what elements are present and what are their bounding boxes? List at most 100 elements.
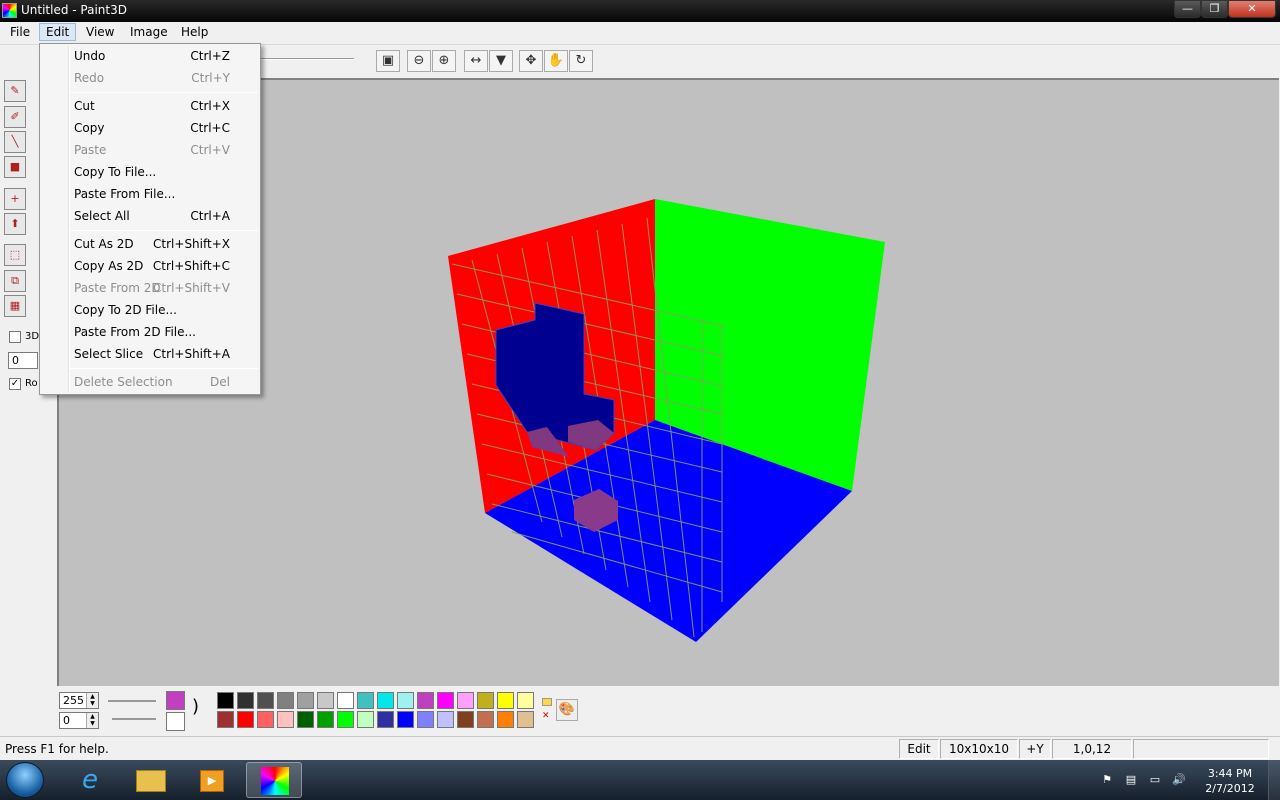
zoom-in-icon[interactable]: ⊕	[432, 50, 456, 72]
add-color-icon[interactable]	[542, 698, 552, 706]
palette-color-swatch[interactable]	[237, 692, 254, 709]
palette-color-swatch[interactable]	[477, 711, 494, 728]
palette-color-swatch[interactable]	[457, 692, 474, 709]
palette-color-swatch[interactable]	[377, 692, 394, 709]
show-desktop-button[interactable]	[1268, 760, 1280, 800]
internet-explorer-icon[interactable]: e	[62, 762, 118, 798]
check-r[interactable]: ✓	[9, 378, 21, 390]
palette-color-swatch[interactable]	[337, 711, 354, 728]
menu-copy-to-file[interactable]: Copy To File...	[42, 161, 258, 183]
camera-icon[interactable]: ▣	[376, 50, 400, 72]
palette-color-swatch[interactable]	[397, 711, 414, 728]
menu-cut-as-2d[interactable]: Cut As 2D Ctrl+Shift+X	[42, 233, 258, 255]
palette-color-swatch[interactable]	[317, 711, 334, 728]
media-player-icon[interactable]: ▶	[184, 762, 240, 798]
menu-undo[interactable]: Undo Ctrl+Z	[42, 45, 258, 67]
secondary-color-swatch[interactable]	[166, 712, 185, 731]
palette-color-swatch[interactable]	[517, 711, 534, 728]
slice-icon[interactable]: ▦	[4, 295, 26, 317]
swap-colors-icon[interactable]: )	[192, 696, 199, 717]
menu-paste-from-2d[interactable]: Paste From 2D Ctrl+Shift+V	[42, 277, 258, 299]
palette-color-swatch[interactable]	[297, 692, 314, 709]
second-spin-input[interactable]: 0 ▲ ▼	[59, 712, 99, 729]
extrude-icon[interactable]: ⬆	[4, 213, 26, 235]
palette-color-swatch[interactable]	[357, 711, 374, 728]
alpha-spin-arrows[interactable]: ▲ ▼	[86, 693, 98, 708]
palette-color-swatch[interactable]	[277, 692, 294, 709]
palette-color-swatch[interactable]	[317, 692, 334, 709]
check-3d[interactable]	[9, 331, 21, 343]
explorer-folder-icon[interactable]	[124, 762, 180, 798]
menu-cut[interactable]: Cut Ctrl+X	[42, 95, 258, 117]
move-camera-icon[interactable]: ↔	[464, 50, 488, 72]
primary-color-swatch[interactable]	[166, 691, 185, 710]
hand-icon[interactable]: ✋	[544, 50, 568, 72]
palette-color-swatch[interactable]	[337, 692, 354, 709]
menu-delete-selection[interactable]: Delete Selection Del	[42, 371, 258, 393]
palette-color-swatch[interactable]	[217, 711, 234, 728]
device-icon[interactable]: ▤	[1124, 773, 1138, 787]
alpha-spin-input[interactable]: 255 ▲ ▼	[59, 692, 99, 709]
palette-color-swatch[interactable]	[397, 692, 414, 709]
volume-icon[interactable]: 🔊	[1172, 773, 1186, 787]
second-slider[interactable]	[112, 718, 156, 720]
maximize-button[interactable]: ❐	[1201, 0, 1228, 18]
action-center-flag-icon[interactable]: ⚑	[1100, 773, 1114, 787]
menu-copy[interactable]: Copy Ctrl+C	[42, 117, 258, 139]
palette-color-swatch[interactable]	[257, 692, 274, 709]
palette-color-swatch[interactable]	[437, 692, 454, 709]
network-icon[interactable]: ▭	[1148, 773, 1162, 787]
menu-file[interactable]: File	[10, 25, 30, 39]
palette-color-swatch[interactable]	[497, 711, 514, 728]
palette-color-swatch[interactable]	[437, 711, 454, 728]
menu-paste-from-file[interactable]: Paste From File...	[42, 183, 258, 205]
palette-color-swatch[interactable]	[457, 711, 474, 728]
palette-color-swatch[interactable]	[517, 692, 534, 709]
alpha-slider[interactable]	[108, 700, 156, 702]
box-select-icon[interactable]: ⧉	[4, 270, 26, 292]
select-icon[interactable]: ⬚	[4, 244, 26, 266]
remove-color-icon[interactable]: ✕	[542, 712, 552, 722]
palette-color-swatch[interactable]	[417, 692, 434, 709]
pencil-icon[interactable]: ✎	[4, 80, 26, 102]
palette-color-swatch[interactable]	[237, 711, 254, 728]
rotate-icon[interactable]: ↻	[569, 50, 593, 72]
start-button[interactable]	[6, 762, 44, 798]
clock[interactable]: 3:44 PM 2/7/2012	[1196, 766, 1264, 796]
menu-image[interactable]: Image	[130, 25, 168, 39]
palette-color-swatch[interactable]	[297, 711, 314, 728]
line-icon[interactable]: ╲	[4, 131, 26, 153]
palette-color-swatch[interactable]	[497, 692, 514, 709]
pan-arrows-icon[interactable]: ✥	[519, 50, 543, 72]
palette-editor-icon[interactable]: 🎨	[556, 699, 578, 721]
palette-color-swatch[interactable]	[257, 711, 274, 728]
camera-down-icon[interactable]: ▼	[489, 50, 513, 72]
close-button[interactable]: ✕	[1228, 0, 1276, 18]
palette-color-swatch[interactable]	[217, 692, 234, 709]
menu-select-all[interactable]: Select All Ctrl+A	[42, 205, 258, 227]
zoom-out-icon[interactable]: ⊖	[407, 50, 431, 72]
menu-select-slice[interactable]: Select Slice Ctrl+Shift+A	[42, 343, 258, 365]
rectangle-icon[interactable]: ■	[4, 156, 26, 178]
palette-color-swatch[interactable]	[417, 711, 434, 728]
palette-color-swatch[interactable]	[277, 711, 294, 728]
add-block-icon[interactable]: +	[4, 188, 26, 210]
menu-paste[interactable]: Paste Ctrl+V	[42, 139, 258, 161]
menu-view[interactable]: View	[86, 25, 114, 39]
palette-color-swatch[interactable]	[357, 692, 374, 709]
color-panel: 255 ▲ ▼ 0 ▲ ▼ ) ✕ 🎨	[0, 686, 1280, 736]
menu-redo[interactable]: Redo Ctrl+Y	[42, 67, 258, 89]
paint3d-taskbar-icon[interactable]	[246, 762, 302, 798]
menu-copy-as-2d[interactable]: Copy As 2D Ctrl+Shift+C	[42, 255, 258, 277]
menu-edit[interactable]: Edit	[39, 23, 77, 41]
menu-help[interactable]: Help	[181, 25, 208, 39]
toolbar-slider[interactable]	[258, 58, 354, 60]
brush-icon[interactable]: ✐	[4, 106, 26, 128]
left-spin-input[interactable]: 0	[8, 352, 38, 369]
second-spin-arrows[interactable]: ▲ ▼	[86, 713, 98, 728]
palette-color-swatch[interactable]	[477, 692, 494, 709]
minimize-button[interactable]: —	[1174, 0, 1201, 18]
palette-color-swatch[interactable]	[377, 711, 394, 728]
menu-paste-from-2d-file[interactable]: Paste From 2D File...	[42, 321, 258, 343]
menu-copy-to-2d-file[interactable]: Copy To 2D File...	[42, 299, 258, 321]
